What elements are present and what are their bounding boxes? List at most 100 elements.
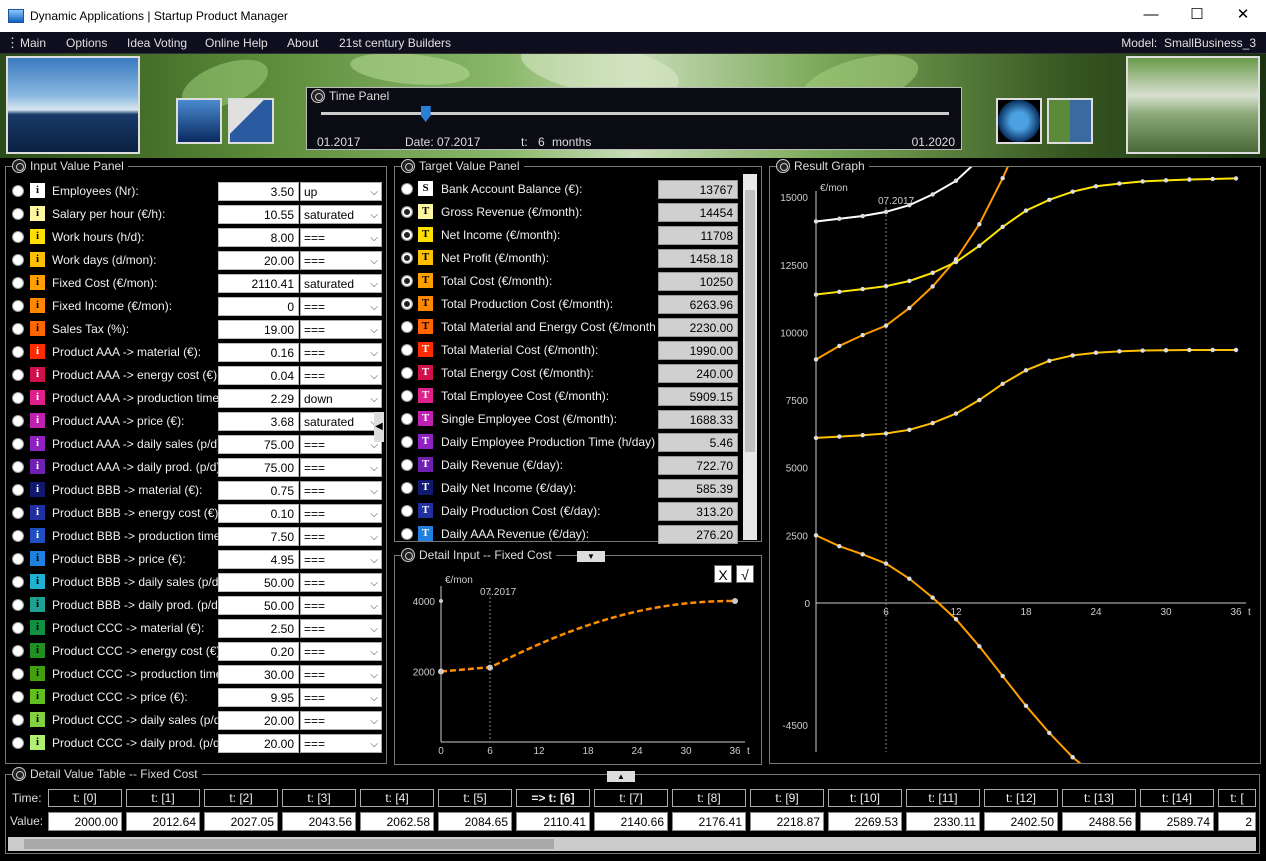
input-row-mode-select[interactable]: === ⌵ (300, 596, 382, 615)
input-row-mode-select[interactable]: down ⌵ (300, 389, 382, 408)
target-row-radio[interactable] (401, 275, 413, 287)
input-row-value[interactable]: 0.75 (218, 481, 299, 500)
input-row-value[interactable]: 30.00 (218, 665, 299, 684)
input-row-mode-select[interactable]: === ⌵ (300, 366, 382, 385)
input-row-radio[interactable] (12, 231, 24, 243)
input-row-radio[interactable] (12, 530, 24, 542)
input-row-mode-select[interactable]: === ⌵ (300, 550, 382, 569)
table-horizontal-scrollbar[interactable] (8, 837, 1256, 851)
input-row-mode-select[interactable]: saturated⌵ (300, 274, 382, 293)
input-row-radio[interactable] (12, 645, 24, 657)
value-cell[interactable]: 2488.56 (1062, 812, 1136, 831)
input-row-radio[interactable] (12, 507, 24, 519)
target-row-radio[interactable] (401, 206, 413, 218)
input-row-radio[interactable] (12, 415, 24, 427)
input-row-mode-select[interactable]: === ⌵ (300, 458, 382, 477)
input-row-value[interactable]: 20.00 (218, 734, 299, 753)
input-row-value[interactable]: 20.00 (218, 711, 299, 730)
input-row-mode-select[interactable]: saturated⌵ (300, 412, 382, 431)
input-row-value[interactable]: 8.00 (218, 228, 299, 247)
input-row-radio[interactable] (12, 208, 24, 220)
input-row-mode-select[interactable]: === ⌵ (300, 343, 382, 362)
result-graph-chart[interactable]: €/mont06121824303625k2250020000175001500… (770, 167, 1260, 763)
time-slider-track[interactable] (321, 112, 949, 115)
value-cell[interactable]: 2589.74 (1140, 812, 1214, 831)
input-row-value[interactable]: 75.00 (218, 458, 299, 477)
target-row-radio[interactable] (401, 344, 413, 356)
input-row-radio[interactable] (12, 599, 24, 611)
time-slider-handle[interactable] (420, 106, 431, 122)
input-row-value[interactable]: 9.95 (218, 688, 299, 707)
input-row-mode-select[interactable]: === ⌵ (300, 711, 382, 730)
value-cell[interactable]: 2012.64 (126, 812, 200, 831)
value-cell[interactable]: 2402.50 (984, 812, 1058, 831)
input-row-value[interactable]: 3.68 (218, 412, 299, 431)
input-row-value[interactable]: 19.00 (218, 320, 299, 339)
value-cell[interactable]: 2062.58 (360, 812, 434, 831)
input-row-value[interactable]: 2.29 (218, 389, 299, 408)
input-row-radio[interactable] (12, 323, 24, 335)
input-row-radio[interactable] (12, 277, 24, 289)
input-row-radio[interactable] (12, 576, 24, 588)
input-row-mode-select[interactable]: === ⌵ (300, 527, 382, 546)
target-row-radio[interactable] (401, 413, 413, 425)
maximize-button[interactable]: ☐ (1174, 0, 1220, 32)
input-row-radio[interactable] (12, 254, 24, 266)
earth-thumbnail[interactable] (996, 98, 1042, 144)
input-row-mode-select[interactable]: === ⌵ (300, 734, 382, 753)
input-row-radio[interactable] (12, 300, 24, 312)
input-row-mode-select[interactable]: === ⌵ (300, 320, 382, 339)
target-row-radio[interactable] (401, 505, 413, 517)
input-row-value[interactable]: 0.16 (218, 343, 299, 362)
value-cell[interactable]: 2176.41 (672, 812, 746, 831)
input-row-value[interactable]: 3.50 (218, 182, 299, 201)
window-thumbnail[interactable] (228, 98, 274, 144)
value-cell[interactable]: 2110.41 (516, 812, 590, 831)
input-row-mode-select[interactable]: === ⌵ (300, 619, 382, 638)
collage-thumbnail[interactable] (1047, 98, 1093, 144)
input-row-mode-select[interactable]: === ⌵ (300, 435, 382, 454)
input-row-radio[interactable] (12, 346, 24, 358)
target-row-radio[interactable] (401, 528, 413, 540)
menu-main[interactable]: Main (20, 36, 46, 50)
scrollbar-thumb[interactable] (745, 190, 755, 452)
target-row-radio[interactable] (401, 459, 413, 471)
target-panel-scrollbar[interactable] (743, 174, 757, 540)
input-row-radio[interactable] (12, 461, 24, 473)
input-row-value[interactable]: 50.00 (218, 573, 299, 592)
value-cell[interactable]: 2140.66 (594, 812, 668, 831)
minimize-button[interactable]: — (1128, 0, 1174, 32)
target-row-radio[interactable] (401, 298, 413, 310)
input-row-mode-select[interactable]: === ⌵ (300, 573, 382, 592)
input-row-value[interactable]: 4.95 (218, 550, 299, 569)
input-row-radio[interactable] (12, 392, 24, 404)
input-row-radio[interactable] (12, 438, 24, 450)
menu-idea-voting[interactable]: Idea Voting (127, 36, 187, 50)
input-row-value[interactable]: 50.00 (218, 596, 299, 615)
ocean-thumbnail[interactable] (176, 98, 222, 144)
value-cell[interactable]: 2084.65 (438, 812, 512, 831)
value-cell[interactable]: 2330.11 (906, 812, 980, 831)
input-row-value[interactable]: 20.00 (218, 251, 299, 270)
target-row-radio[interactable] (401, 183, 413, 195)
input-row-mode-select[interactable]: === ⌵ (300, 481, 382, 500)
target-row-radio[interactable] (401, 252, 413, 264)
input-row-mode-select[interactable]: === ⌵ (300, 297, 382, 316)
input-row-value[interactable]: 10.55 (218, 205, 299, 224)
input-row-mode-select[interactable]: === ⌵ (300, 228, 382, 247)
collapse-up-icon[interactable]: ▲ (607, 771, 635, 782)
input-row-radio[interactable] (12, 553, 24, 565)
input-row-value[interactable]: 2.50 (218, 619, 299, 638)
input-row-radio[interactable] (12, 369, 24, 381)
value-cell[interactable]: 2218.87 (750, 812, 824, 831)
target-row-radio[interactable] (401, 482, 413, 494)
input-row-radio[interactable] (12, 185, 24, 197)
input-row-value[interactable]: 0.20 (218, 642, 299, 661)
input-row-radio[interactable] (12, 691, 24, 703)
value-cell[interactable]: 2 (1218, 812, 1256, 831)
input-row-value[interactable]: 2110.41 (218, 274, 299, 293)
menu-options[interactable]: Options (66, 36, 107, 50)
input-row-mode-select[interactable]: === ⌵ (300, 251, 382, 270)
target-row-radio[interactable] (401, 436, 413, 448)
input-row-value[interactable]: 0.04 (218, 366, 299, 385)
